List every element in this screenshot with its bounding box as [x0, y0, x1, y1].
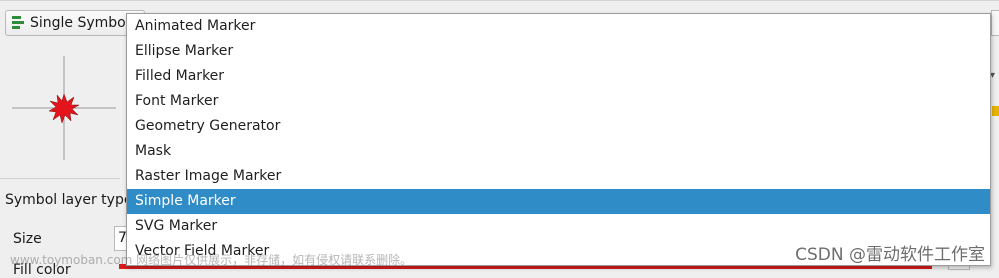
renderer-type-button[interactable]: Single Symbol — [5, 10, 145, 36]
dropdown-item-geometry-generator[interactable]: Geometry Generator — [127, 114, 990, 139]
watermark-left: www.toymoban.com 网络图片仅供展示，非存储，如有侵权请联系删除。 — [10, 253, 413, 267]
top-border — [0, 0, 999, 1]
single-symbol-icon — [11, 15, 25, 31]
symbol-layer-type-label: Symbol layer type — [5, 192, 133, 208]
right-panel-edge — [991, 10, 999, 36]
dropdown-item-filled-marker[interactable]: Filled Marker — [127, 64, 990, 89]
dropdown-item-animated-marker[interactable]: Animated Marker — [127, 14, 990, 39]
dropdown-item-ellipse-marker[interactable]: Ellipse Marker — [127, 39, 990, 64]
divider — [0, 178, 120, 179]
lock-icon[interactable] — [992, 106, 999, 116]
dropdown-item-svg-marker[interactable]: SVG Marker — [127, 214, 990, 239]
symbol-preview — [12, 56, 116, 160]
size-label: Size — [13, 231, 42, 247]
watermark-right: CSDN @雷动软件工作室 — [795, 245, 985, 265]
dropdown-item-mask[interactable]: Mask — [127, 139, 990, 164]
dropdown-item-raster-image-marker[interactable]: Raster Image Marker — [127, 164, 990, 189]
symbol-layer-type-dropdown[interactable]: Animated Marker Ellipse Marker Filled Ma… — [126, 13, 991, 266]
renderer-type-label: Single Symbol — [30, 15, 130, 31]
dropdown-item-simple-marker[interactable]: Simple Marker — [127, 189, 990, 214]
dropdown-item-font-marker[interactable]: Font Marker — [127, 89, 990, 114]
